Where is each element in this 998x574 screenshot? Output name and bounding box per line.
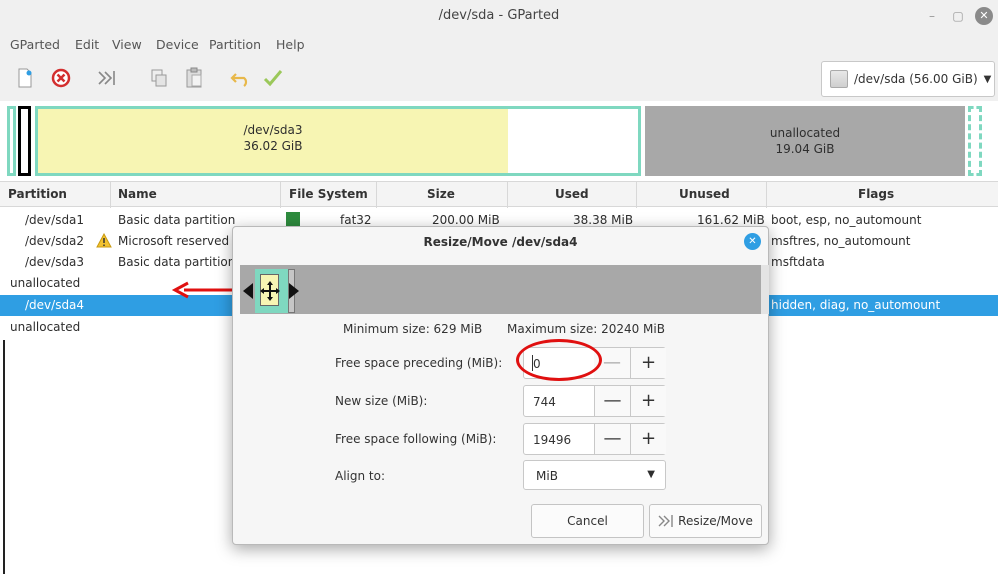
row-flags: msftres, no_automount (771, 234, 911, 248)
disk-map: /dev/sda3 36.02 GiB unallocated 19.04 Gi… (0, 101, 998, 181)
row-partition: /dev/sda3 (25, 255, 85, 269)
newsize-spinner[interactable]: 744 — + (523, 385, 666, 417)
chevron-down-icon: ▼ (983, 73, 992, 85)
resize-move-label: Resize/Move (678, 514, 753, 528)
row-size: 200.00 MiB (432, 213, 500, 227)
row-flags: hidden, diag, no_automount (771, 298, 941, 312)
resize-move-icon (658, 515, 673, 527)
sda3-map-name: /dev/sda3 (243, 123, 303, 137)
menu-edit[interactable]: Edit (75, 37, 99, 52)
maximize-button[interactable]: ▢ (949, 7, 967, 25)
row-name: Basic data partition (118, 255, 236, 269)
menu-partition[interactable]: Partition (209, 37, 261, 52)
partition-segment-sda2[interactable] (18, 106, 31, 176)
sda3-map-size: 36.02 GiB (243, 139, 303, 153)
max-size-label: Maximum size: 20240 MiB (507, 322, 665, 336)
dialog-close-icon[interactable]: ✕ (744, 233, 761, 250)
row-partition: unallocated (10, 276, 81, 290)
following-label: Free space following (MiB): (335, 432, 497, 446)
unalloc-map-name: unallocated (769, 126, 841, 140)
align-dropdown[interactable]: MiB ▼ (523, 460, 666, 490)
title-bar: /dev/sda - GParted – ▢ ✕ (0, 0, 998, 33)
newsize-plus-button[interactable]: + (630, 386, 666, 416)
menu-device[interactable]: Device (156, 37, 199, 52)
following-spinner[interactable]: 19496 — + (523, 423, 666, 455)
paste-icon[interactable] (183, 67, 205, 89)
move-cursor-icon (243, 281, 299, 301)
device-label: /dev/sda (56.00 GiB) (854, 72, 978, 86)
menu-bar: GParted Edit View Device Partition Help (0, 33, 998, 57)
unalloc-map-size: 19.04 GiB (775, 142, 835, 156)
col-flags[interactable]: Flags (858, 187, 894, 201)
resize-move-button[interactable]: Resize/Move (649, 504, 762, 538)
resize-move-dialog: Resize/Move /dev/sda4 ✕ Minimum size: 62… (232, 226, 769, 545)
row-partition: /dev/sda1 (25, 213, 85, 227)
row-used: 38.38 MiB (573, 213, 634, 227)
annotation-circle (516, 339, 602, 381)
undo-icon[interactable] (230, 67, 252, 89)
newsize-input[interactable]: 744 (533, 395, 556, 409)
row-flags: msftdata (771, 255, 825, 269)
apply-icon[interactable] (262, 67, 284, 89)
window-title: /dev/sda - GParted (438, 8, 560, 23)
col-name[interactable]: Name (118, 187, 157, 201)
col-used[interactable]: Used (555, 187, 589, 201)
partition-segment-sda4[interactable] (968, 106, 982, 176)
min-size-label: Minimum size: 629 MiB (343, 322, 483, 336)
following-plus-button[interactable]: + (630, 424, 666, 454)
copy-icon[interactable] (148, 67, 170, 89)
col-filesystem[interactable]: File System (289, 187, 368, 201)
row-partition: /dev/sda4 (25, 298, 85, 312)
new-partition-icon[interactable] (14, 67, 36, 89)
row-unused: 161.62 MiB (697, 213, 765, 227)
row-flags: boot, esp, no_automount (771, 213, 922, 227)
col-partition[interactable]: Partition (8, 187, 67, 201)
dialog-title: Resize/Move /dev/sda4 (423, 235, 578, 249)
resize-move-icon[interactable] (96, 67, 118, 89)
warning-icon (96, 232, 112, 251)
preceding-label: Free space preceding (MiB): (335, 356, 503, 370)
partition-segment-sda3[interactable]: /dev/sda3 36.02 GiB (35, 106, 641, 176)
chevron-down-icon: ▼ (647, 469, 655, 480)
newsize-minus-button[interactable]: — (594, 386, 630, 416)
partition-table-header: Partition Name File System Size Used Unu… (0, 181, 998, 208)
cancel-label: Cancel (567, 514, 608, 528)
menu-gparted[interactable]: GParted (10, 37, 60, 52)
minimize-button[interactable]: – (923, 7, 941, 25)
row-partition: /dev/sda2 (25, 234, 85, 248)
toolbar: /dev/sda (56.00 GiB) ▼ (0, 57, 998, 101)
row-name: Basic data partition (118, 213, 236, 227)
bar-end (761, 265, 769, 314)
resize-bar[interactable] (240, 265, 769, 314)
following-input[interactable]: 19496 (533, 433, 571, 447)
row-filesystem: fat32 (340, 213, 372, 227)
col-size[interactable]: Size (427, 187, 455, 201)
fs-color-swatch (286, 212, 300, 227)
disk-icon (830, 70, 848, 88)
partition-segment-sda1[interactable] (7, 106, 16, 176)
menu-help[interactable]: Help (276, 37, 305, 52)
preceding-plus-button[interactable]: + (630, 348, 666, 378)
menu-view[interactable]: View (112, 37, 142, 52)
align-label: Align to: (335, 469, 386, 483)
device-selector[interactable]: /dev/sda (56.00 GiB) ▼ (821, 61, 995, 97)
align-value: MiB (536, 469, 558, 483)
newsize-label: New size (MiB): (335, 394, 428, 408)
row-partition: unallocated (10, 320, 81, 334)
cancel-button[interactable]: Cancel (531, 504, 644, 538)
close-window-button[interactable]: ✕ (975, 7, 993, 25)
delete-partition-icon[interactable] (50, 67, 72, 89)
following-minus-button[interactable]: — (594, 424, 630, 454)
left-edge-line (3, 340, 5, 574)
partition-segment-unallocated[interactable]: unallocated 19.04 GiB (645, 106, 965, 176)
row-name: Microsoft reserved p (118, 234, 241, 248)
col-unused[interactable]: Unused (679, 187, 730, 201)
